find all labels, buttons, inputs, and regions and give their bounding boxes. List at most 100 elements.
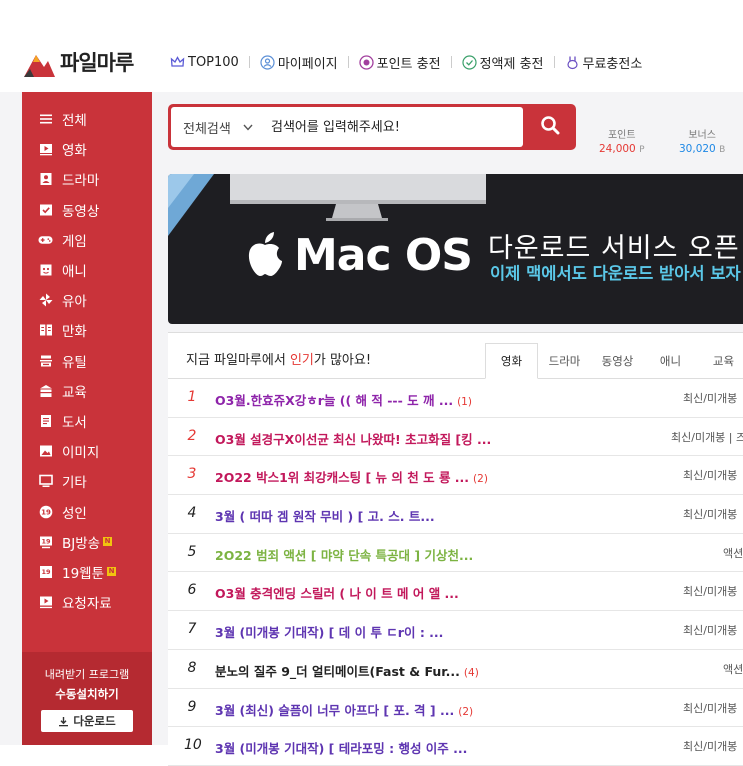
- tab-movie[interactable]: 영화: [485, 343, 538, 379]
- sidebar-item-all[interactable]: 전체: [22, 104, 152, 134]
- item-title-line[interactable]: 3월 (최신) 슬픔이 너무 아프다 [ 포. 격 ] ... (2): [215, 700, 473, 719]
- rabbit-icon: [565, 55, 580, 70]
- item-title-line[interactable]: 2O22 범죄 액션 [ 먀약 단속 특공대 ] 기상천...: [215, 545, 477, 564]
- item-title: 분노의 질주 9_더 얼티메이트(Fast & Fur...: [215, 663, 460, 679]
- sidebar-item-label: 이미지: [62, 445, 100, 462]
- sidebar-item-label: 도서: [62, 414, 87, 431]
- request-icon: [38, 595, 53, 610]
- sidebar-item-bj-broadcast[interactable]: 19 BJ방송 N: [22, 527, 152, 557]
- sidebar-item-comics[interactable]: 만화: [22, 315, 152, 345]
- sidebar-item-label: 전체: [62, 113, 87, 130]
- list-item[interactable]: 5 2O22 범죄 액션 [ 먀약 단속 특공대 ] 기상천... 액션: [168, 534, 743, 573]
- sidebar-item-label: 동영상: [62, 203, 100, 220]
- category-list: 전체 영화 드라마 동영상 게임 애니 유아 만화 유틸 교육 도서 이미지 기…: [22, 104, 152, 617]
- bonus-unit: B: [719, 145, 726, 155]
- point-balance[interactable]: 포인트 24,000 P: [599, 126, 645, 155]
- anime-face-icon: [38, 263, 53, 278]
- popular-title-suffix: 가 많아요!: [313, 353, 372, 368]
- search-category-value: 전체검색: [183, 121, 231, 137]
- rank-number: 4: [187, 505, 197, 522]
- tools-icon: [38, 353, 53, 368]
- point-unit: P: [639, 145, 645, 155]
- download-button[interactable]: 다운로드: [41, 710, 133, 732]
- nav-top100[interactable]: TOP100: [170, 55, 239, 70]
- sidebar-item-game[interactable]: 게임: [22, 225, 152, 255]
- point-value: 24,000: [599, 143, 636, 155]
- search-input[interactable]: [267, 118, 513, 136]
- rank-number: 7: [187, 621, 197, 638]
- list-item[interactable]: 7 3월 (미개봉 기대작) [ 데 이 투 ㄷr이 : ... 최신/미개봉: [168, 611, 743, 650]
- check-box-icon: [38, 202, 53, 217]
- sidebar-item-anime[interactable]: 애니: [22, 255, 152, 285]
- nav-divider: [248, 56, 250, 68]
- play-icon: [38, 142, 53, 157]
- item-category: 최신/미개봉 | 즈: [671, 430, 743, 444]
- popular-title-prefix: 지금 파일마루에서: [186, 353, 290, 368]
- tab-drama[interactable]: 드라마: [538, 343, 591, 379]
- item-title: 3월 (미개봉 기대작) [ 데 이 투 ㄷr이 : ...: [215, 625, 444, 641]
- sidebar-item-utility[interactable]: 유틸: [22, 346, 152, 376]
- list-item[interactable]: 9 3월 (최신) 슬픔이 너무 아프다 [ 포. 격 ] ... (2) 최신/…: [168, 689, 743, 728]
- item-category: 액션: [723, 662, 743, 676]
- nav-point-charge[interactable]: 포인트 충전: [358, 53, 441, 72]
- search-field-container: 전체검색: [171, 107, 523, 147]
- search-category-select[interactable]: 전체검색: [171, 118, 267, 137]
- list-item[interactable]: 3 2O22 박스1위 최강캐스팅 [ 뉴 의 천 도 룡 ... (2) 최신/…: [168, 456, 743, 496]
- nav-flatrate-charge[interactable]: 정액제 충전: [461, 53, 544, 72]
- sidebar-item-education[interactable]: 교육: [22, 376, 152, 406]
- item-title-line[interactable]: 2O22 박스1위 최강캐스팅 [ 뉴 의 천 도 룡 ... (2): [215, 467, 488, 486]
- tab-video[interactable]: 동영상: [591, 343, 644, 379]
- item-title: 2O22 박스1위 최강캐스팅 [ 뉴 의 천 도 룡 ...: [215, 470, 470, 486]
- nav-free-charge[interactable]: 무료충전소: [565, 53, 642, 72]
- sidebar-item-adult[interactable]: 19 성인: [22, 496, 152, 526]
- nav-mypage[interactable]: 마이페이지: [260, 53, 338, 72]
- list-item[interactable]: 2 O3월 설경구X이선균 최신 나왔따! 초고화질 [킹 ... 최신/미개봉…: [168, 418, 743, 457]
- rank-number: 1: [187, 389, 197, 405]
- item-title-line[interactable]: O3월 충격엔딩 스릴러 ( 나 이 트 메 어 앨 ...: [215, 583, 463, 602]
- item-title-line[interactable]: 분노의 질주 9_더 얼티메이트(Fast & Fur... (4): [215, 661, 479, 680]
- item-title-line[interactable]: 3월 (미개봉 기대작) [ 데 이 투 ㄷr이 : ...: [215, 622, 447, 641]
- sidebar-item-images[interactable]: 이미지: [22, 436, 152, 466]
- list-item[interactable]: 1 O3월.한효쥬X강ㅎr늘 (( 해 적 --- 도 깨 ... (1) 최신/…: [168, 379, 743, 418]
- header: 파일마루 TOP100 마이페이지 포인트 충전 정액제 충전 무료충전소: [0, 0, 743, 92]
- search-button[interactable]: [526, 107, 574, 147]
- check-circle-icon: [461, 54, 477, 70]
- sidebar-item-video[interactable]: 동영상: [22, 195, 152, 225]
- sidebar-item-movie[interactable]: 영화: [22, 134, 152, 164]
- macos-promo-banner[interactable]: Mac OS 다운로드 서비스 오픈 이제 맥에서도 다운로드 받아서 보자: [168, 174, 743, 324]
- sidebar-item-kids[interactable]: 유아: [22, 285, 152, 315]
- list-item[interactable]: 8 분노의 질주 9_더 얼티메이트(Fast & Fur... (4) 액션: [168, 650, 743, 689]
- sidebar-item-label: 19웹툰: [62, 565, 105, 582]
- list-item[interactable]: 4 3월 ( 떠따 겜 원작 무비 ) [ 고. 스. 트... 최신/미개봉: [168, 495, 743, 534]
- sidebar-item-requests[interactable]: 요청자료: [22, 587, 152, 617]
- item-title-line[interactable]: 3월 ( 떠따 겜 원작 무비 ) [ 고. 스. 트...: [215, 506, 439, 525]
- menu-icon: [38, 112, 53, 127]
- sidebar-item-label: 드라마: [62, 173, 100, 190]
- sidebar-item-label: 만화: [62, 324, 87, 341]
- rank-number: 5: [187, 543, 197, 560]
- tab-anime[interactable]: 애니: [644, 343, 697, 379]
- list-item[interactable]: 6 O3월 충격엔딩 스릴러 ( 나 이 트 메 어 앨 ... 최신/미개봉: [168, 572, 743, 612]
- top-navigation: TOP100 마이페이지 포인트 충전 정액제 충전 무료충전소: [170, 52, 642, 72]
- tab-education[interactable]: 교육: [697, 343, 743, 379]
- new-badge: N: [103, 537, 113, 547]
- broadcast-icon: 19: [38, 534, 53, 549]
- gamepad-icon: [38, 232, 53, 247]
- crown-icon: [170, 55, 185, 70]
- item-title-line[interactable]: O3월 설경구X이선균 최신 나왔따! 초고화질 [킹 ...: [215, 429, 495, 448]
- sidebar-item-etc[interactable]: 기타: [22, 466, 152, 496]
- item-title-line[interactable]: 3월 (미개봉 기대작) [ 테라포밍 : 행성 이주 ...: [215, 738, 471, 757]
- sidebar-item-drama[interactable]: 드라마: [22, 164, 152, 194]
- item-category: 최신/미개봉: [683, 392, 738, 405]
- item-title-line[interactable]: O3월.한효쥬X강ㅎr늘 (( 해 적 --- 도 깨 ... (1): [215, 390, 472, 409]
- logo[interactable]: 파일마루: [22, 44, 134, 80]
- sidebar-item-books[interactable]: 도서: [22, 406, 152, 436]
- rank-number: 6: [187, 582, 197, 599]
- sidebar-item-19-webtoon[interactable]: 19 19웹툰 N: [22, 557, 152, 587]
- bonus-balance[interactable]: 보너스 30,020 B: [679, 126, 725, 155]
- chevron-down-icon: [243, 120, 253, 135]
- list-item[interactable]: 10 3월 (미개봉 기대작) [ 테라포밍 : 행성 이주 ... 최신/미개…: [168, 727, 743, 766]
- download-program-panel: 내려받기 프로그램 수동설치하기 다운로드: [22, 652, 152, 745]
- sidebar-item-label: BJ방송: [62, 535, 101, 552]
- rank-number: 10: [184, 737, 202, 754]
